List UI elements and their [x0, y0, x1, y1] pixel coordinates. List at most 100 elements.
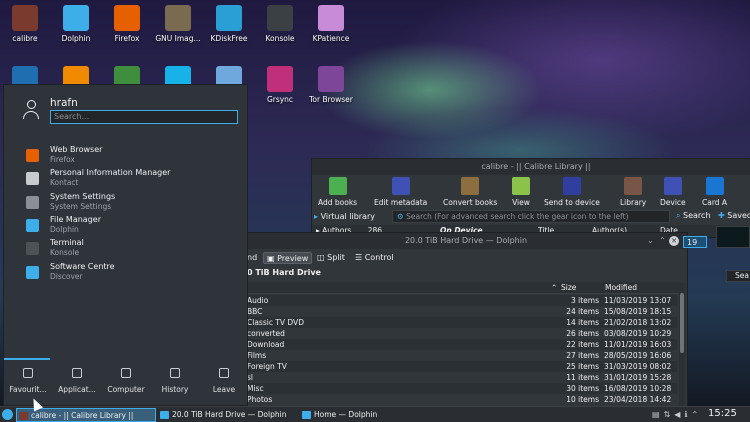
- launcher-search-input[interactable]: Search...: [50, 110, 238, 124]
- tor-icon: [318, 66, 344, 92]
- table-row[interactable]: Foreign TV 25 items 31/03/2019 08:02: [245, 361, 677, 372]
- table-row[interactable]: BBC 24 items 15/08/2019 18:15: [245, 306, 677, 317]
- table-row[interactable]: sl 11 items 31/01/2019 15:28: [245, 372, 677, 383]
- desktop-icon-label: Firefox: [114, 34, 140, 43]
- launcher-tab-clock[interactable]: History: [151, 368, 199, 394]
- search-gear-icon[interactable]: ⚙: [397, 212, 406, 221]
- calibre-card-button[interactable]: Card A: [702, 177, 727, 207]
- table-row[interactable]: Download 22 items 11/01/2019 16:03: [245, 339, 677, 350]
- cell-modified: 03/08/2019 10:29: [604, 329, 672, 338]
- menu-icon: ☰: [355, 253, 365, 262]
- task-item[interactable]: 20.0 TiB Hard Drive — Dolphin: [158, 408, 298, 422]
- sort-chevron-icon[interactable]: ⌃: [551, 282, 557, 294]
- launcher-app-kontact[interactable]: Personal Information Manager Kontact: [26, 168, 241, 190]
- calibre-search-button[interactable]: ⌕ Search: [676, 211, 711, 221]
- calibre-toolbar: Add books Edit metadata Convert books View S…: [316, 175, 750, 207]
- table-row[interactable]: Classic TV DVD 14 items 21/02/2018 13:02: [245, 317, 677, 328]
- calibre-device-button[interactable]: Device: [660, 177, 686, 207]
- calibre-send-device-button[interactable]: Send to device: [544, 177, 600, 207]
- disk-icon: [216, 5, 242, 31]
- calibre-library-button[interactable]: Library: [620, 177, 646, 207]
- desktop-icon-5[interactable]: Grsync: [254, 63, 306, 104]
- user-name: hrafn: [50, 97, 78, 109]
- cell-size: 26 items: [566, 329, 599, 338]
- desktop-icon-4[interactable]: KDiskFree: [203, 2, 255, 43]
- desktop-icon-label: Tor Browser: [309, 95, 353, 104]
- firefox-icon: [26, 149, 39, 162]
- launcher-app-firefox[interactable]: Web Browser Firefox: [26, 145, 241, 167]
- system-tray: ▤⇅◀ℹ⌃: [652, 410, 702, 419]
- cell-name: Download: [247, 340, 285, 349]
- close-icon[interactable]: ✕: [669, 236, 679, 246]
- calibre-view-button[interactable]: View: [512, 177, 530, 207]
- calibre-icon: [19, 412, 28, 420]
- cell-modified: 28/05/2019 16:06: [604, 351, 672, 360]
- cell-name: converted: [247, 329, 285, 338]
- desktop-icon-3[interactable]: GNU Imag...: [152, 2, 204, 43]
- terminal-icon: [26, 242, 39, 255]
- launcher-app-dolphin[interactable]: File Manager Dolphin: [26, 215, 241, 237]
- preview-button[interactable]: ▣ Preview: [263, 252, 313, 264]
- control-button[interactable]: ☰ Control: [355, 251, 394, 265]
- calibre-saved-button[interactable]: ✚ Saved: [718, 211, 750, 220]
- cell-modified: 23/04/2018 14:42: [604, 395, 672, 404]
- launcher-tab-bookmark[interactable]: Favourit...: [4, 368, 52, 394]
- cell-modified: 15/08/2019 18:15: [604, 307, 672, 316]
- calibre-search-field[interactable]: ⚙ Search (For advanced search click the …: [392, 210, 670, 223]
- split-button[interactable]: ◫ Split: [317, 251, 345, 265]
- folder-icon: [302, 411, 311, 419]
- launcher-app-system-settings[interactable]: System Settings System Settings: [26, 192, 241, 214]
- cell-name: sl: [247, 373, 253, 382]
- cell-modified: 11/03/2019 13:07: [604, 296, 672, 305]
- maximize-icon[interactable]: ⌃: [659, 233, 666, 249]
- desktop-icon-2[interactable]: Firefox: [101, 2, 153, 43]
- minimize-icon[interactable]: ⌄: [647, 233, 654, 249]
- leave-icon: [219, 368, 229, 378]
- table-row[interactable]: converted 26 items 03/08/2019 10:29: [245, 328, 677, 339]
- preview-icon: ▣: [267, 254, 278, 263]
- column-modified[interactable]: Modified: [605, 282, 637, 294]
- desktop-icon-5[interactable]: Konsole: [254, 2, 306, 43]
- tray-expand-icon[interactable]: ⌃: [691, 410, 702, 419]
- cell-modified: 21/02/2018 13:02: [604, 318, 672, 327]
- cards-icon: [318, 5, 344, 31]
- launcher-button-icon[interactable]: [2, 409, 13, 420]
- application-launcher: hrafn Search... Web Browser Firefox Person…: [3, 84, 248, 406]
- network-icon[interactable]: ⇅: [664, 410, 675, 419]
- grsync-icon: [267, 66, 293, 92]
- table-row[interactable]: Films 27 items 28/05/2019 16:06: [245, 350, 677, 361]
- cell-name: Audio: [247, 296, 269, 305]
- calibre-convert-books-button[interactable]: Convert books: [443, 177, 497, 207]
- launcher-app-discover[interactable]: Software Centre Discover: [26, 262, 241, 284]
- cell-size: 11 items: [566, 373, 599, 382]
- launcher-tab-leave[interactable]: Leave: [200, 368, 248, 394]
- dolphin-toolbar-partial[interactable]: nd: [247, 251, 257, 265]
- cell-modified: 31/01/2019 15:28: [604, 373, 672, 382]
- terminal-icon: [267, 5, 293, 31]
- desktop-icon-6[interactable]: KPatience: [305, 2, 357, 43]
- table-row[interactable]: Misc 30 items 16/08/2019 10:28: [245, 383, 677, 394]
- table-row[interactable]: Photos 10 items 23/04/2018 14:42: [245, 394, 677, 405]
- folder-icon: [63, 5, 89, 31]
- desktop-icon-0[interactable]: calibre: [0, 2, 51, 43]
- calibre-icon: [12, 5, 38, 31]
- file-list: Audio 3 items 11/03/2019 13:07 BBC 24 items 1…: [245, 295, 677, 407]
- column-size[interactable]: Size: [561, 282, 576, 294]
- clipboard-icon[interactable]: ▤: [652, 410, 664, 419]
- calibre-add-books-button[interactable]: Add books: [318, 177, 357, 207]
- task-item[interactable]: Home — Dolphin: [300, 408, 400, 422]
- cell-size: 24 items: [566, 307, 599, 316]
- scrollbar[interactable]: [679, 283, 685, 407]
- desktop-icon-1[interactable]: Dolphin: [50, 2, 102, 43]
- launcher-app-konsole[interactable]: Terminal Konsole: [26, 238, 241, 260]
- clock[interactable]: 15:25: [708, 408, 737, 419]
- calibre-right-search[interactable]: Sea: [726, 270, 750, 282]
- table-row[interactable]: Audio 3 items 11/03/2019 13:07: [245, 295, 677, 306]
- dolphin-title: 20.0 TiB Hard Drive — Dolphin ⌄ ⌃ ✕: [245, 233, 687, 249]
- calibre-edit-metadata-button[interactable]: Edit metadata: [374, 177, 427, 207]
- virtual-library-button[interactable]: ▸ Virtual library: [314, 211, 375, 223]
- desktop-icon-6[interactable]: Tor Browser: [305, 63, 357, 104]
- launcher-tab-grid[interactable]: Applicat...: [53, 368, 101, 394]
- launcher-tab-computer[interactable]: Computer: [102, 368, 150, 394]
- volume-icon[interactable]: ◀: [674, 410, 684, 419]
